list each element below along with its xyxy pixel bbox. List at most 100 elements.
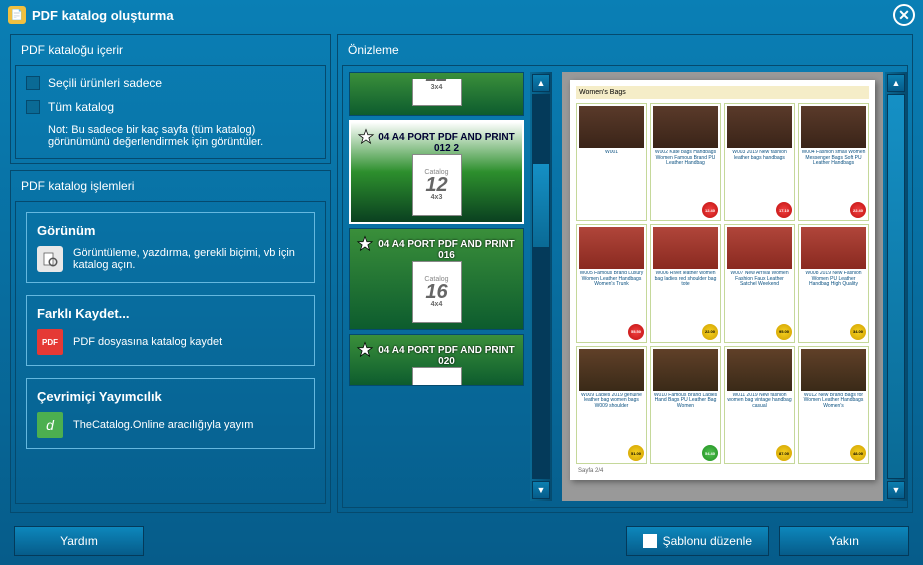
ops-header: PDF katalog işlemleri — [15, 175, 326, 201]
product-image — [801, 106, 866, 148]
product-name: W008 2019 New Fashion Women PU Leather H… — [801, 271, 866, 287]
product-cell: W003 2019 New fashion leather bags handb… — [724, 103, 795, 221]
price-badge: 48.00 — [850, 445, 866, 461]
radio-all-label: Tüm katalog — [48, 100, 114, 114]
price-badge: 17.10 — [776, 202, 792, 218]
product-cell: W007 New Arrival Women Fashion Faux Leat… — [724, 224, 795, 342]
product-cell: W002 Kate bags Handbags Women Famous Bra… — [650, 103, 721, 221]
scroll-up-icon[interactable]: ▲ — [532, 74, 550, 92]
product-cell: W001 — [576, 103, 647, 221]
edit-icon — [643, 534, 657, 548]
price-badge: 95.00 — [776, 324, 792, 340]
scroll-down-icon[interactable]: ▼ — [887, 481, 905, 499]
publish-desc: TheCatalog.Online aracılığıyla yayım — [73, 419, 253, 431]
contains-panel: PDF kataloğu içerir Seçili ürünleri sade… — [10, 34, 331, 164]
template-item[interactable]: 04 A4 PORT PDF AND PRINT 016 Catalog 16 … — [349, 228, 524, 330]
radio-selected-label: Seçili ürünleri sadece — [48, 76, 162, 90]
online-icon: d — [37, 412, 63, 438]
product-image — [653, 106, 718, 148]
close-icon[interactable]: ✕ — [893, 4, 915, 26]
product-name: W011 2019 New fashion women bag vintage … — [727, 393, 792, 409]
page-heading: Women's Bags — [576, 86, 869, 99]
product-name: W012 New Brand Bags for Women Leather Ha… — [801, 393, 866, 409]
pdf-icon: PDF — [37, 329, 63, 355]
window-title: PDF katalog oluşturma — [32, 8, 174, 23]
star-icon — [356, 235, 374, 253]
product-cell: W004 Fashion small Women Messenger Bags … — [798, 103, 869, 221]
product-cell: W005 Famous Brand Luxury Women Leather H… — [576, 224, 647, 342]
template-thumb: Catalog 12 4x3 — [412, 154, 462, 216]
price-badge: 55.50 — [628, 324, 644, 340]
star-icon — [356, 341, 374, 359]
app-icon: 📄 — [8, 6, 26, 24]
product-cell: W008 2019 New Fashion Women PU Leather H… — [798, 224, 869, 342]
price-badge: 87.00 — [776, 445, 792, 461]
product-image — [653, 349, 718, 391]
preview-scrollbar[interactable]: ▲ ▼ — [885, 72, 907, 501]
titlebar: 📄 PDF katalog oluşturma ✕ — [0, 0, 923, 30]
radio-all-catalog[interactable]: Tüm katalog — [26, 100, 315, 114]
product-name: W001 — [579, 150, 644, 166]
template-label: 04 A4 PORT PDF AND PRINT 016 — [376, 239, 517, 261]
scroll-track[interactable] — [532, 94, 550, 479]
product-cell: W012 New Brand Bags for Women Leather Ha… — [798, 346, 869, 464]
close-button[interactable]: Yakın — [779, 526, 909, 556]
preview-header: Önizleme — [342, 39, 908, 65]
preview-panel: Önizleme Catalog 12 3x4 — [337, 34, 913, 513]
product-name: W002 Kate bags Handbags Women Famous Bra… — [653, 150, 718, 166]
radio-icon — [26, 100, 40, 114]
product-image — [653, 227, 718, 269]
main-window: 📄 PDF katalog oluşturma ✕ PDF kataloğu i… — [0, 0, 923, 565]
page-footer: Sayfa 2/4 — [576, 464, 869, 474]
product-image — [727, 227, 792, 269]
product-image — [579, 227, 644, 269]
product-cell: W010 Famous Brand Ladies Hand Bags PU Le… — [650, 346, 721, 464]
view-desc: Görüntüleme, yazdırma, gerekli biçimi, v… — [73, 247, 304, 271]
scroll-thumb[interactable] — [532, 163, 550, 248]
scroll-track[interactable] — [887, 94, 905, 479]
scroll-thumb[interactable] — [887, 94, 905, 479]
scroll-down-icon[interactable]: ▼ — [532, 481, 550, 499]
product-image — [727, 106, 792, 148]
template-item-selected[interactable]: 04 A4 PORT PDF AND PRINT 012 2 Catalog 1… — [349, 120, 524, 224]
view-action[interactable]: Görünüm Görüntüleme, yazdırma, gerekli b… — [26, 212, 315, 283]
price-badge: 12.40 — [702, 202, 718, 218]
star-icon — [357, 128, 375, 146]
product-name: W005 Famous Brand Luxury Women Leather H… — [579, 271, 644, 287]
price-badge: 54.40 — [702, 445, 718, 461]
template-thumb: Catalog — [412, 367, 462, 385]
template-thumb: Catalog 16 4x4 — [412, 261, 462, 323]
ops-panel: PDF katalog işlemleri Görünüm Görüntülem… — [10, 170, 331, 513]
help-button[interactable]: Yardım — [14, 526, 144, 556]
product-cell: W011 2019 New fashion women bag vintage … — [724, 346, 795, 464]
publish-action[interactable]: Çevrimiçi Yayımcılık d TheCatalog.Online… — [26, 378, 315, 449]
price-badge: 51.00 — [628, 445, 644, 461]
catalog-page: Women's Bags W001 W002 Kate bags Handbags… — [570, 80, 875, 480]
view-icon — [37, 246, 63, 272]
preview-canvas: Women's Bags W001 W002 Kate bags Handbags… — [562, 72, 883, 501]
template-thumb: Catalog 12 3x4 — [412, 79, 462, 106]
template-item[interactable]: Catalog 12 3x4 — [349, 72, 524, 116]
footer: Yardım Şablonu düzenle Yakın — [0, 517, 923, 565]
product-image — [801, 349, 866, 391]
template-scrollbar[interactable]: ▲ ▼ — [530, 72, 552, 501]
template-label: 04 A4 PORT PDF AND PRINT 020 — [376, 345, 517, 367]
save-title: Farklı Kaydet... — [37, 306, 304, 321]
product-name: W003 2019 New fashion leather bags handb… — [727, 150, 792, 166]
price-badge: 34.00 — [850, 324, 866, 340]
view-title: Görünüm — [37, 223, 304, 238]
save-action[interactable]: Farklı Kaydet... PDF PDF dosyasına katal… — [26, 295, 315, 366]
radio-icon — [26, 76, 40, 90]
page-preview: Women's Bags W001 W002 Kate bags Handbags… — [562, 72, 907, 501]
product-cell: W009 Ladies 2019 genuine leather bag wom… — [576, 346, 647, 464]
scroll-up-icon[interactable]: ▲ — [887, 74, 905, 92]
radio-selected-only[interactable]: Seçili ürünleri sadece — [26, 76, 315, 90]
product-name: W009 Ladies 2019 genuine leather bag wom… — [579, 393, 644, 409]
template-item[interactable]: 04 A4 PORT PDF AND PRINT 020 Catalog — [349, 334, 524, 386]
contains-header: PDF kataloğu içerir — [15, 39, 326, 65]
product-cell: W006 Rivet leather women bag ladies red … — [650, 224, 721, 342]
product-image — [727, 349, 792, 391]
product-name: W010 Famous Brand Ladies Hand Bags PU Le… — [653, 393, 718, 409]
edit-template-button[interactable]: Şablonu düzenle — [626, 526, 769, 556]
product-name: W004 Fashion small Women Messenger Bags … — [801, 150, 866, 166]
